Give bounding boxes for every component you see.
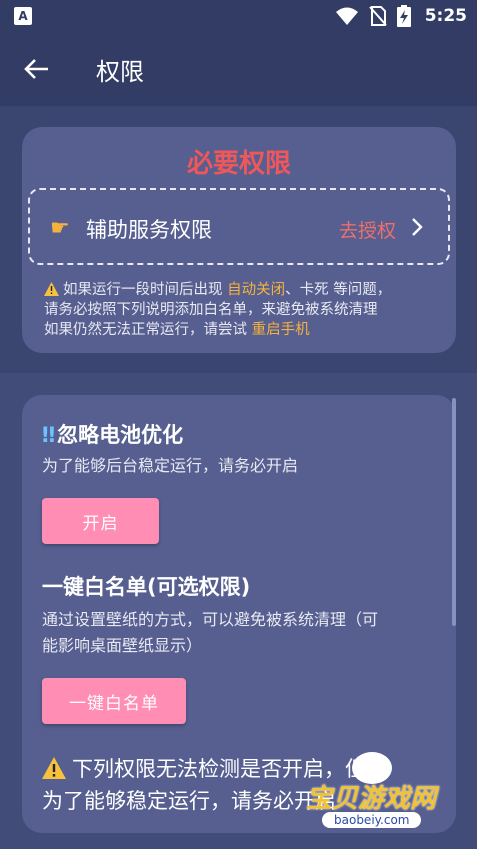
scrollbar[interactable] <box>452 398 456 626</box>
notice-highlight-restart: 重启手机 <box>251 322 310 338</box>
battery-optimization-title: ‼忽略电池优化 <box>42 423 184 447</box>
app-notification-icon: A <box>14 7 32 25</box>
whitelist-title: 一键白名单(可选权限) <box>42 575 251 599</box>
notice-text: 如果运行一段时间后出现 <box>63 282 228 298</box>
back-arrow-icon[interactable] <box>22 54 52 84</box>
required-permissions-card: 必要权限 ☛ 辅助服务权限 去授权 如果运行一段时间后出现 自动关闭、卡死 等问… <box>22 127 456 353</box>
no-sim-icon <box>368 6 387 26</box>
watermark-logo: 宝贝游戏网 baobeiy.com <box>300 752 450 842</box>
one-click-whitelist-button[interactable]: 一键白名单 <box>42 678 186 724</box>
double-exclamation-icon: ‼ <box>42 423 56 447</box>
chevron-right-icon <box>412 218 423 236</box>
wifi-icon <box>335 7 358 25</box>
warning-icon <box>42 757 66 779</box>
status-icons: 5:25 <box>335 4 467 28</box>
watermark-url: baobeiy.com <box>322 812 422 828</box>
page-title: 权限 <box>96 58 144 86</box>
accessibility-permission-label: 辅助服务权限 <box>86 218 212 242</box>
pointing-hand-icon: ☛ <box>50 216 70 241</box>
app-bar: 权限 <box>0 32 477 106</box>
battery-charging-icon <box>396 5 411 27</box>
accessibility-permission-row[interactable]: ☛ 辅助服务权限 去授权 <box>28 188 450 265</box>
required-permissions-title: 必要权限 <box>186 149 291 179</box>
enable-battery-button[interactable]: 开启 <box>42 498 159 544</box>
whitelist-notice: 如果运行一段时间后出现 自动关闭、卡死 等问题， 请务必按照下列说明添加白名单，… <box>44 280 391 340</box>
watermark-text: 宝贝游戏网 <box>306 784 437 814</box>
notice-text: 请务必按照下列说明添加白名单，来避免被系统清理 <box>44 302 378 318</box>
warning-icon <box>44 282 59 296</box>
notice-text: 如果仍然无法正常运行，请尝试 <box>44 322 252 338</box>
notice-text: 、卡死 等问题， <box>285 282 392 298</box>
whitelist-desc: 通过设置壁纸的方式，可以避免被系统清理（可 能影响桌面壁纸显示） <box>42 610 379 655</box>
notice-highlight-auto-close: 自动关闭 <box>227 282 286 298</box>
clock: 5:25 <box>424 6 467 26</box>
status-bar: A 5:25 <box>0 0 477 32</box>
battery-optimization-desc: 为了能够后台稳定运行，请务必开启 <box>42 456 299 475</box>
grant-permission-link[interactable]: 去授权 <box>339 216 396 243</box>
